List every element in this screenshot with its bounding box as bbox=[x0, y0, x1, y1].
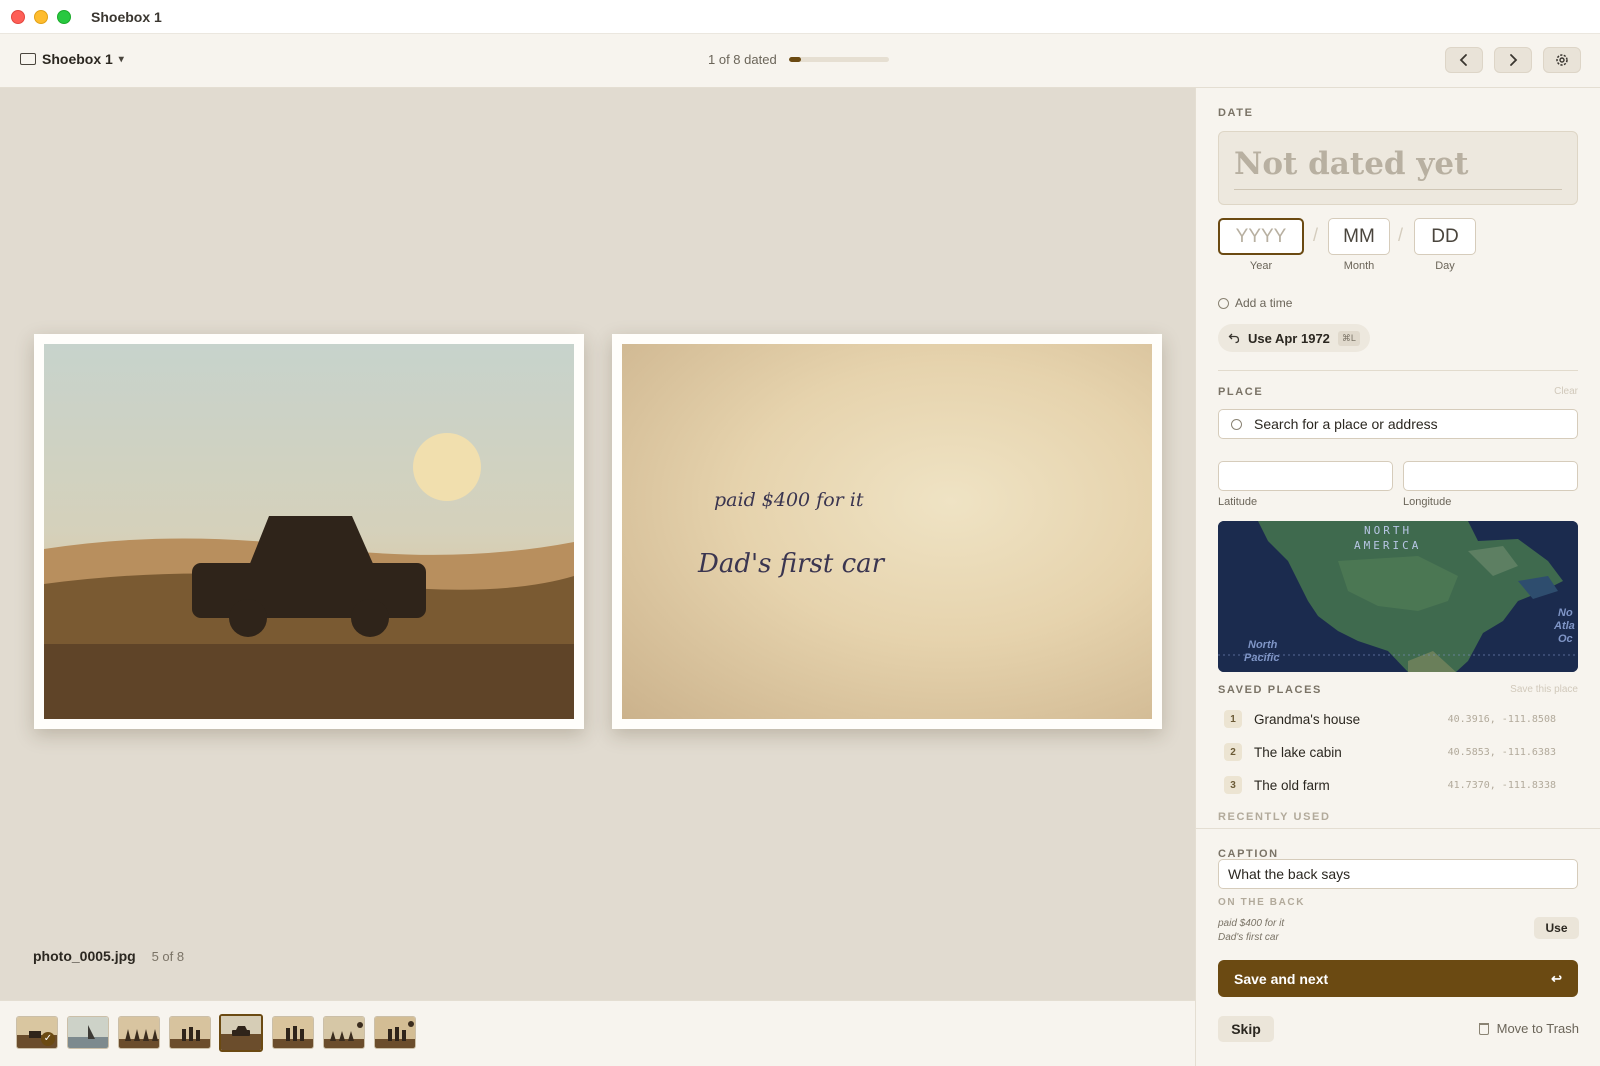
use-suggested-date-button[interactable]: Use Apr 1972 ⌘L bbox=[1218, 324, 1370, 352]
minimize-window-button[interactable] bbox=[34, 9, 48, 24]
search-icon bbox=[1231, 418, 1242, 430]
window-title: Shoebox 1 bbox=[91, 8, 162, 25]
settings-button[interactable] bbox=[1543, 47, 1581, 73]
save-and-next-button[interactable]: Save and next ↩ bbox=[1218, 960, 1578, 997]
back-handwriting-line-2: Dad's first car bbox=[698, 549, 885, 579]
filmstrip-thumb-5-active[interactable] bbox=[219, 1014, 263, 1052]
place-map[interactable]: NORTH AMERICA North Pacific No Atla Oc bbox=[1218, 521, 1578, 672]
next-photo-button[interactable] bbox=[1494, 47, 1532, 73]
car-photo-illustration bbox=[44, 344, 574, 719]
filmstrip: ✓ bbox=[0, 1000, 1195, 1066]
clear-place-link[interactable]: Clear bbox=[1554, 386, 1578, 397]
save-this-place-link[interactable]: Save this place bbox=[1510, 684, 1578, 695]
return-key-icon: ↩ bbox=[1551, 970, 1562, 986]
chevron-down-icon: ▾ bbox=[118, 53, 124, 65]
metadata-panel: DATE Not dated yet YYYY / MM / DD Year M… bbox=[1195, 88, 1600, 1066]
folder-icon bbox=[20, 53, 36, 65]
filmstrip-thumb-8[interactable] bbox=[374, 1016, 416, 1049]
library-switcher[interactable]: Shoebox 1 ▾ bbox=[20, 51, 124, 67]
file-name: photo_0005.jpg bbox=[33, 948, 136, 964]
close-window-button[interactable] bbox=[11, 9, 25, 24]
date-section-label: DATE bbox=[1218, 107, 1254, 119]
filmstrip-thumb-1[interactable]: ✓ bbox=[16, 1016, 58, 1049]
month-field[interactable]: MM bbox=[1328, 218, 1390, 255]
title-bar: Shoebox 1 bbox=[0, 0, 1600, 34]
dating-progress: 1 of 8 dated bbox=[708, 52, 889, 67]
progress-bar-fill bbox=[788, 57, 802, 62]
caption-section: CAPTION What the back says ON THE BACK p… bbox=[1196, 828, 1600, 1066]
gear-icon bbox=[1556, 54, 1568, 66]
saved-places-label: SAVED PLACES bbox=[1218, 684, 1322, 696]
saved-place-row[interactable]: 2 The lake cabin 40.5853, -111.6383 bbox=[1224, 739, 1556, 765]
filmstrip-thumb-3[interactable] bbox=[118, 1016, 160, 1049]
library-name: Shoebox 1 bbox=[42, 51, 113, 67]
file-info: photo_0005.jpg 5 of 8 bbox=[33, 948, 184, 964]
photo-position: 5 of 8 bbox=[151, 949, 185, 964]
recently-used-label: RECENTLY USED bbox=[1218, 811, 1331, 823]
year-field[interactable]: YYYY bbox=[1218, 218, 1304, 255]
date-display-text: Not dated yet bbox=[1234, 146, 1469, 182]
undo-arrow-icon bbox=[1228, 333, 1240, 344]
photo-viewer: paid $400 for it Dad's first car photo_0… bbox=[0, 88, 1195, 1000]
filmstrip-thumb-7[interactable] bbox=[323, 1016, 365, 1049]
progress-bar bbox=[788, 57, 889, 62]
zoom-window-button[interactable] bbox=[57, 9, 71, 24]
on-the-back-label: ON THE BACK bbox=[1218, 897, 1306, 908]
filmstrip-thumb-2[interactable] bbox=[67, 1016, 109, 1049]
longitude-field[interactable] bbox=[1403, 461, 1578, 491]
saved-place-row[interactable]: 1 Grandma's house 40.3916, -111.8508 bbox=[1224, 706, 1556, 732]
filmstrip-thumb-4[interactable] bbox=[169, 1016, 211, 1049]
latitude-caption: Latitude bbox=[1218, 496, 1258, 508]
chevron-left-icon bbox=[1459, 54, 1467, 66]
caption-input[interactable]: What the back says bbox=[1218, 859, 1578, 889]
back-handwriting-line-1: paid $400 for it bbox=[714, 489, 864, 511]
previous-photo-button[interactable] bbox=[1445, 47, 1483, 73]
month-caption: Month bbox=[1343, 260, 1375, 272]
photo-back-card bbox=[622, 344, 1152, 719]
shortcut-badge: ⌘L bbox=[1337, 330, 1360, 346]
add-time-link[interactable]: Add a time bbox=[1218, 296, 1292, 310]
photo-back-image: paid $400 for it Dad's first car bbox=[622, 344, 1152, 719]
skip-button[interactable]: Skip bbox=[1218, 1016, 1274, 1042]
move-to-trash-button[interactable]: Move to Trash bbox=[1478, 1021, 1579, 1036]
clock-icon bbox=[1218, 297, 1229, 309]
saved-place-row[interactable]: 3 The old farm 41.7370, -111.8338 bbox=[1224, 772, 1556, 798]
filmstrip-thumb-6[interactable] bbox=[272, 1016, 314, 1049]
use-back-text-button[interactable]: Use bbox=[1534, 917, 1579, 939]
chevron-right-icon bbox=[1510, 54, 1518, 66]
progress-text: 1 of 8 dated bbox=[708, 52, 777, 67]
window-controls bbox=[11, 9, 71, 24]
photo-back[interactable]: paid $400 for it Dad's first car bbox=[612, 334, 1162, 729]
day-field[interactable]: DD bbox=[1414, 218, 1476, 255]
photo-front-image bbox=[44, 344, 574, 719]
day-caption: Day bbox=[1435, 260, 1455, 272]
photo-front[interactable] bbox=[34, 334, 584, 729]
toolbar: Shoebox 1 ▾ 1 of 8 dated bbox=[0, 34, 1600, 88]
place-section-label: PLACE bbox=[1218, 386, 1264, 398]
date-display: Not dated yet bbox=[1218, 131, 1578, 205]
year-caption: Year bbox=[1249, 260, 1273, 272]
on-the-back-text: paid $400 for it Dad's first car bbox=[1218, 918, 1285, 943]
check-icon: ✓ bbox=[41, 1032, 55, 1046]
trash-icon bbox=[1478, 1022, 1489, 1035]
latitude-field[interactable] bbox=[1218, 461, 1393, 491]
longitude-caption: Longitude bbox=[1403, 496, 1452, 508]
place-search-input[interactable]: Search for a place or address bbox=[1218, 409, 1578, 439]
